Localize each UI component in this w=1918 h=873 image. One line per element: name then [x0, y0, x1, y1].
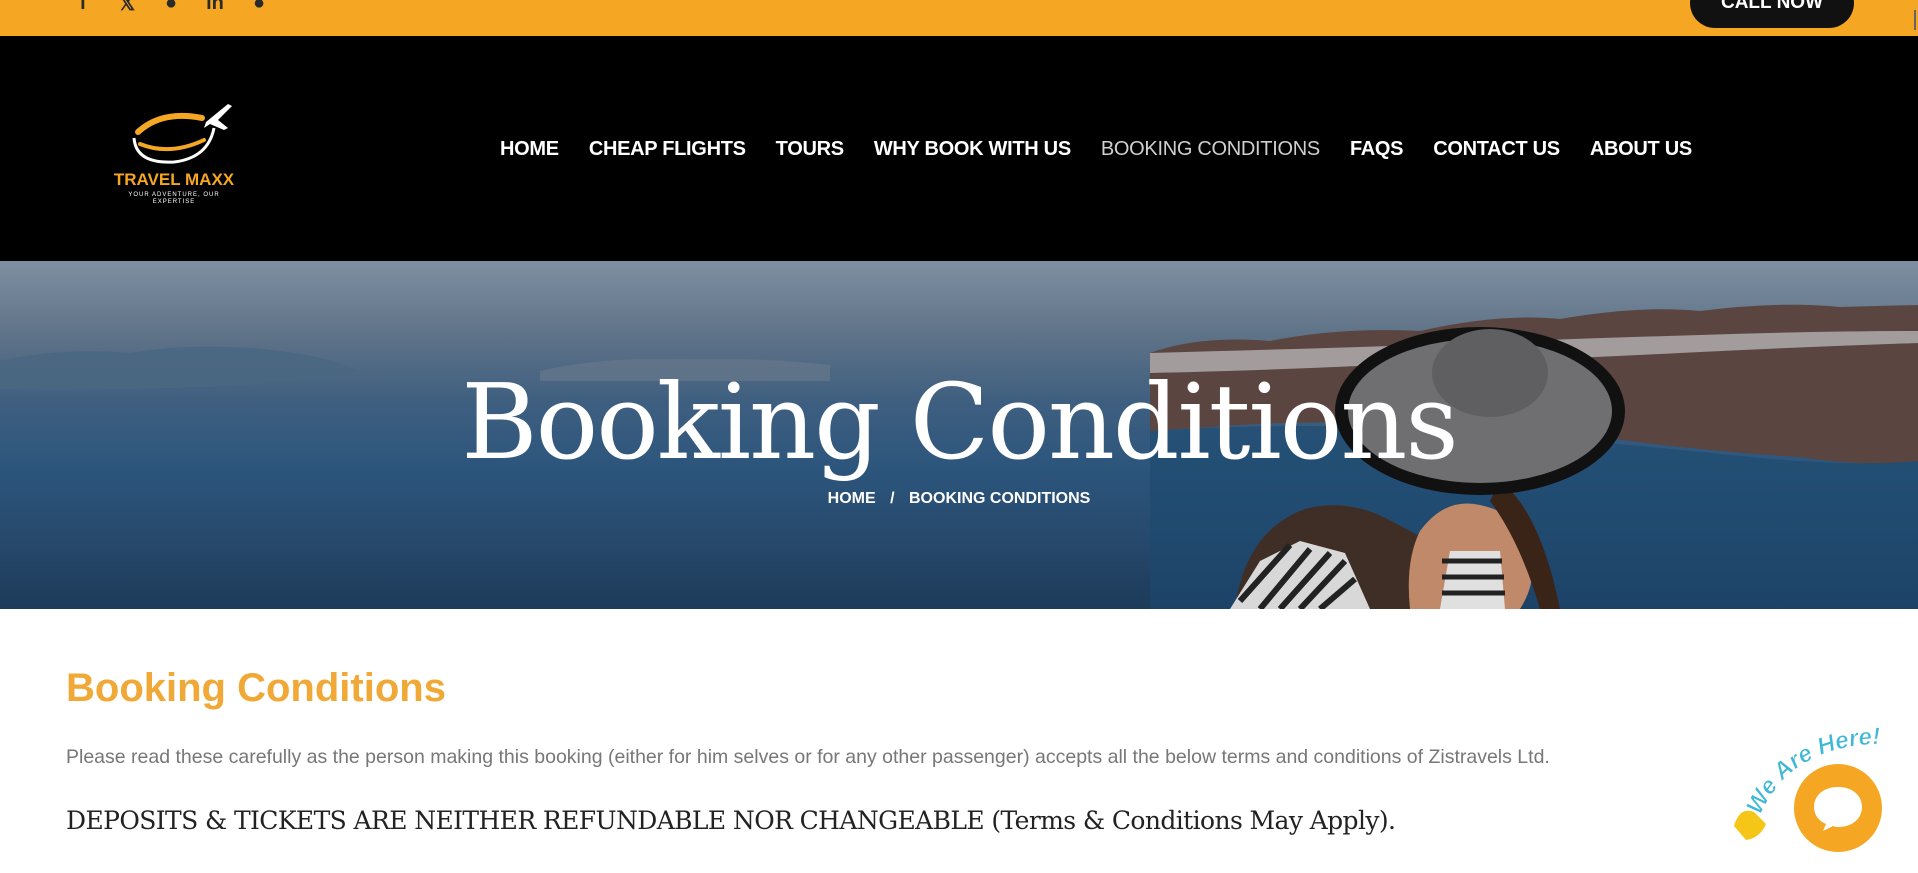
top-bar: f 𝕏 ● in ● CALL NOW	[0, 0, 1918, 36]
chat-button[interactable]	[1794, 764, 1882, 852]
chat-bubble-icon	[1814, 787, 1862, 831]
nav-cheap-flights[interactable]: CHEAP FLIGHTS	[589, 138, 746, 161]
breadcrumb-separator: /	[890, 490, 895, 507]
nav-booking-conditions[interactable]: BOOKING CONDITIONS	[1101, 138, 1320, 161]
scrollbar-indicator	[1914, 10, 1916, 30]
nav-why-book-with-us[interactable]: WHY BOOK WITH US	[874, 138, 1071, 161]
globe-icon[interactable]: ●	[248, 0, 270, 14]
main-navbar: TRAVEL MAXX YOUR ADVENTURE, OUR EXPERTIS…	[0, 36, 1918, 261]
facebook-icon[interactable]: f	[72, 0, 94, 14]
call-now-button[interactable]: CALL NOW	[1690, 0, 1854, 28]
logo-name: TRAVEL MAXX	[113, 170, 235, 189]
logo[interactable]: TRAVEL MAXX YOUR ADVENTURE, OUR EXPERTIS…	[110, 92, 238, 212]
deposits-notice: DEPOSITS & TICKETS ARE NEITHER REFUNDABL…	[66, 806, 1396, 835]
page-heading: Booking Conditions	[66, 666, 446, 710]
nav-faqs[interactable]: FAQS	[1350, 138, 1404, 161]
breadcrumb-current: BOOKING CONDITIONS	[909, 490, 1091, 507]
nav-about-us[interactable]: ABOUT US	[1590, 138, 1692, 161]
social-links: f 𝕏 ● in ●	[72, 0, 270, 15]
breadcrumb-home[interactable]: HOME	[828, 490, 876, 507]
x-icon[interactable]: 𝕏	[116, 0, 138, 15]
airplane-globe-icon	[132, 104, 232, 164]
hero-title: Booking Conditions	[461, 361, 1459, 483]
nav-contact-us[interactable]: CONTACT US	[1433, 138, 1560, 161]
main-menu: HOME CHEAP FLIGHTS TOURS WHY BOOK WITH U…	[500, 138, 1692, 161]
hero-banner: Booking Conditions HOME / BOOKING CONDIT…	[0, 261, 1918, 609]
nav-home[interactable]: HOME	[500, 138, 559, 161]
breadcrumb: HOME / BOOKING CONDITIONS	[0, 490, 1918, 508]
linkedin-icon[interactable]: in	[204, 0, 226, 14]
logo-tagline: YOUR ADVENTURE, OUR EXPERTISE	[128, 192, 220, 205]
pinterest-icon[interactable]: ●	[160, 0, 182, 14]
intro-paragraph: Please read these carefully as the perso…	[66, 746, 1550, 768]
nav-tours[interactable]: TOURS	[776, 138, 844, 161]
